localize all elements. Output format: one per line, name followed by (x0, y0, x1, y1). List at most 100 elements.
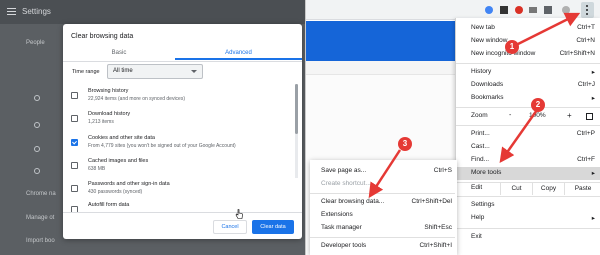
menu-item-cast[interactable]: Cast... (456, 141, 600, 154)
account-avatar-icon[interactable] (561, 5, 571, 15)
zoom-out-button[interactable]: - (509, 112, 511, 119)
chevron-right-icon: ▸ (591, 215, 595, 222)
menu-item-label: Bookmarks (471, 94, 504, 101)
menu-item-label: More tools (471, 169, 502, 176)
menu-separator (456, 107, 600, 108)
option-download-history[interactable]: Download history 1,213 items (71, 111, 291, 131)
menu-item-label: New incognito window (471, 50, 536, 57)
more-vert-icon[interactable] (586, 5, 589, 16)
menu-item-shortcut: Ctrl+J (577, 81, 595, 88)
clear-data-button[interactable]: Clear data (252, 220, 294, 234)
paste-button[interactable]: Paste (564, 182, 600, 195)
zoom-in-button[interactable]: + (567, 111, 572, 120)
menu-item-shortcut: Ctrl+Shift+Del (411, 198, 452, 205)
copy-button[interactable]: Copy (532, 182, 564, 195)
option-subtitle: From 4,779 sites (you won't be signed ou… (88, 143, 236, 149)
settings-header: Settings (0, 0, 305, 24)
sidebar-item-manage-other[interactable]: Manage ot (26, 215, 54, 221)
menu-item-save-page[interactable]: Save page as... Ctrl+S (310, 165, 457, 178)
menu-item-label: Print... (471, 130, 490, 137)
time-range-value: All time (113, 68, 133, 74)
zoom-level: 100% (529, 112, 546, 119)
menu-item-label: Save page as... (321, 167, 367, 174)
menu-item-edit: Edit Cut Copy Paste (456, 182, 600, 195)
tab-basic[interactable]: Basic (63, 46, 175, 60)
menu-item-label: Downloads (471, 81, 504, 88)
menu-item-new-incognito[interactable]: New incognito window Ctrl+Shift+N (456, 48, 600, 61)
checkbox[interactable] (71, 185, 78, 192)
option-passwords[interactable]: Passwords and other sign-in data 430 pas… (71, 181, 291, 201)
time-range-select[interactable]: All time (107, 64, 203, 79)
menu-item-clear-browsing-data[interactable]: Clear browsing data... Ctrl+Shift+Del (310, 196, 457, 209)
menu-item-label: Find... (471, 156, 490, 163)
page-subbar (306, 61, 456, 75)
fullscreen-icon[interactable] (586, 113, 593, 120)
option-title: Cookies and other site data (88, 135, 155, 141)
menu-item-label: Help (471, 214, 485, 221)
menu-item-create-shortcut: Create shortcut... (310, 178, 457, 191)
menu-item-exit[interactable]: Exit (456, 231, 600, 244)
menu-item-label: New window (471, 37, 508, 44)
menu-separator (310, 237, 455, 238)
menu-item-help[interactable]: Help ▸ (456, 212, 600, 225)
chevron-right-icon: ▸ (591, 170, 595, 177)
menu-item-downloads[interactable]: Downloads Ctrl+J (456, 79, 600, 92)
scrollbar-thumb[interactable] (295, 84, 298, 134)
cancel-button[interactable]: Cancel (213, 220, 247, 234)
extension-check-icon[interactable] (543, 5, 553, 15)
option-autofill[interactable]: Autofill form data (71, 202, 291, 212)
tab-advanced[interactable]: Advanced (175, 46, 302, 60)
menu-item-bookmarks[interactable]: Bookmarks ▸ (456, 92, 600, 105)
menu-item-shortcut: Ctrl+Shift+N (559, 50, 595, 57)
time-range-label: Time range (72, 69, 100, 75)
menu-item-label: Settings (471, 201, 495, 208)
page-banner (306, 21, 456, 61)
option-title: Download history (88, 111, 131, 117)
key-icon (34, 122, 40, 128)
option-cached-images[interactable]: Cached images and files 638 MB (71, 158, 291, 178)
extension-red-icon[interactable] (514, 5, 524, 15)
menu-item-history[interactable]: History ▸ (456, 66, 600, 79)
extension-gray-icon[interactable] (528, 5, 538, 15)
chrome-main-menu: New tab Ctrl+T New window Ctrl+N New inc… (455, 18, 600, 255)
checkbox[interactable] (71, 115, 78, 122)
menu-item-print[interactable]: Print... Ctrl+P (456, 128, 600, 141)
menu-item-shortcut: Ctrl+Shift+I (419, 242, 452, 249)
menu-separator (310, 193, 455, 194)
menu-item-label: Exit (471, 233, 482, 240)
menu-item-task-manager[interactable]: Task manager Shift+Esc (310, 222, 457, 235)
menu-item-shortcut: Shift+Esc (424, 224, 452, 231)
extension-dark-icon[interactable] (499, 5, 509, 15)
menu-item-settings[interactable]: Settings (456, 199, 600, 212)
menu-item-label: Cast... (471, 143, 490, 150)
dialog-title: Clear browsing data (71, 33, 134, 40)
menu-item-find[interactable]: Find... Ctrl+F (456, 154, 600, 167)
checkbox-checked[interactable] (71, 139, 78, 146)
extension-blue-icon[interactable] (484, 5, 494, 15)
checkbox[interactable] (71, 92, 78, 99)
sidebar-item-people[interactable]: People (26, 40, 45, 46)
sidebar-item-chrome-name[interactable]: Chrome na (26, 191, 56, 197)
chevron-right-icon: ▸ (591, 69, 595, 76)
checkbox[interactable] (71, 162, 78, 169)
option-cookies[interactable]: Cookies and other site data From 4,779 s… (71, 135, 291, 155)
cut-button[interactable]: Cut (500, 182, 532, 195)
menu-separator (456, 228, 600, 229)
menu-item-more-tools[interactable]: More tools ▸ (456, 167, 600, 180)
browser-toolbar (306, 0, 600, 20)
location-icon (34, 168, 40, 174)
option-title: Cached images and files (88, 158, 149, 164)
menu-item-new-tab[interactable]: New tab Ctrl+T (456, 22, 600, 35)
option-browsing-history[interactable]: Browsing history 22,924 items (and more … (71, 88, 291, 108)
menu-item-developer-tools[interactable]: Developer tools Ctrl+Shift+I (310, 240, 457, 253)
menu-item-new-window[interactable]: New window Ctrl+N (456, 35, 600, 48)
menu-item-label: Task manager (321, 224, 362, 231)
clear-browsing-data-dialog: Clear browsing data Basic Advanced Time … (63, 24, 302, 239)
scrollbar[interactable] (295, 84, 298, 178)
menu-item-extensions[interactable]: Extensions (310, 209, 457, 222)
sidebar-item-import-bookmarks[interactable]: Import boo (26, 238, 55, 244)
hamburger-menu-icon[interactable] (7, 8, 16, 15)
menu-separator (456, 63, 600, 64)
menu-item-label: New tab (471, 24, 495, 31)
option-subtitle: 1,213 items (88, 119, 114, 125)
